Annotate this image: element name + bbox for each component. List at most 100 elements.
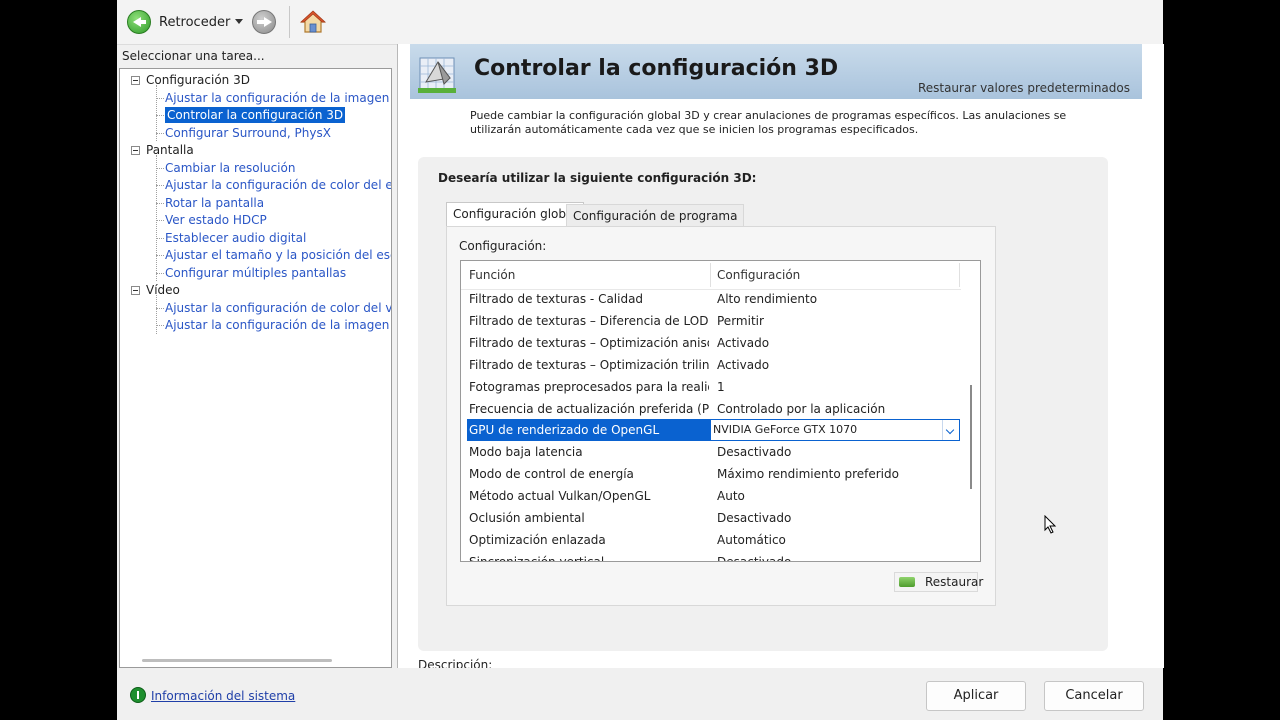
task-tree: Configuración 3D Ajustar la configuración… [119,68,392,668]
mouse-cursor-icon [1044,515,1057,534]
tab-program-settings[interactable]: Configuración de programa [566,204,745,226]
system-info-icon[interactable] [130,687,146,703]
column-divider[interactable] [710,263,711,287]
setting-cell: Activado [717,335,770,350]
tree-item[interactable]: Establecer audio digital [165,230,306,246]
tree-connector [156,295,157,334]
restore-defaults-link[interactable]: Restaurar valores predeterminados [918,81,1130,95]
feature-cell: Optimización enlazada [469,532,606,547]
tree-category[interactable]: Pantalla [146,142,194,158]
feature-cell: Filtrado de texturas – Optimización anis… [469,335,709,350]
tree-item[interactable]: Ajustar la configuración de color del ví… [165,300,391,316]
grid-row[interactable]: Filtrado de texturas – Optimización tril… [461,354,961,376]
apply-button[interactable]: Aplicar [926,681,1026,711]
tree-horizontal-scrollbar[interactable] [142,659,332,662]
setting-cell: Alto rendimiento [717,292,818,306]
chevron-down-icon[interactable] [942,420,959,441]
page-header: Controlar la configuración 3D Restaurar … [410,44,1142,99]
feature-cell: GPU de renderizado de OpenGL [467,419,710,442]
column-header-feature[interactable]: Función [469,268,515,282]
tree-connector [156,132,164,134]
description-label: Descripción: [418,658,493,668]
grid-row[interactable]: Oclusión ambiental Desactivado [461,507,961,529]
column-header-setting[interactable]: Configuración [717,268,800,282]
toolbar-separator [289,6,290,38]
setting-cell: Activado [717,357,770,372]
tree-item[interactable]: Controlar la configuración 3D [165,107,346,123]
setting-cell: Desactivado [717,445,792,460]
setting-cell: Automático [717,532,786,547]
feature-cell: Filtrado de texturas - Calidad [469,292,644,306]
tree-item[interactable]: Ajustar la configuración de la imagen co… [165,90,391,106]
grid-scrollbar-thumb[interactable] [970,385,972,489]
grid-row[interactable]: Modo de control de energía Máximo rendimi… [461,463,961,485]
grid-header: Función Configuración [461,261,961,290]
cancel-button[interactable]: Cancelar [1044,681,1144,711]
grid-row[interactable]: Optimización enlazada Automático [461,529,961,551]
grid-row[interactable]: Filtrado de texturas – Diferencia de LOD… [461,310,961,332]
page-title: Controlar la configuración 3D [474,56,839,81]
tree-item[interactable]: Ajustar la configuración de color del es… [165,177,391,193]
tree-connector [156,185,164,186]
tree-connector [156,115,164,116]
history-dropdown-icon[interactable] [235,19,243,24]
tree-connector [156,202,164,204]
dropdown-value: NVIDIA GeForce GTX 1070 [713,423,858,437]
tree-connector [156,272,164,274]
tree-item[interactable]: Configurar Surround, PhysX [165,125,331,141]
grid-row[interactable]: Filtrado de texturas – Optimización anis… [461,332,961,354]
feature-cell: Filtrado de texturas – Diferencia de LOD… [469,313,709,328]
settings-grid: Función Configuración Filtrado de textur… [460,260,981,562]
grid-row[interactable]: Frecuencia de actualización preferida (P… [461,398,961,420]
tab-global-settings[interactable]: Configuración global [446,202,584,227]
tree-connector [156,167,164,169]
tree-item[interactable]: Configurar múltiples pantallas [165,265,346,281]
setting-cell: Controlado por la aplicación [717,401,886,416]
settings-label: Configuración: [459,239,547,253]
back-button-label[interactable]: Retroceder [159,15,230,30]
setting-cell: Desactivado [717,554,792,562]
tree-collapse-icon[interactable] [131,286,140,295]
grid-row[interactable]: Modo baja latencia Desactivado [461,441,961,463]
grid-row[interactable]: Método actual Vulkan/OpenGL Auto [461,485,961,507]
tree-item[interactable]: Cambiar la resolución [165,160,295,176]
setting-cell: Máximo rendimiento preferido [717,467,899,482]
tree-connector [156,255,164,256]
tree-connector [156,97,164,99]
grid-scrollbar[interactable] [961,289,980,561]
system-info-link[interactable]: Información del sistema [151,689,295,703]
tree-collapse-icon[interactable] [131,146,140,155]
grid-row[interactable]: Sincronización vertical Desactivado [461,551,961,562]
tree-connector [156,85,157,141]
tree-item[interactable]: Ajustar el tamaño y la posición del escr… [165,247,391,263]
tree-item[interactable]: Ver estado HDCP [165,212,267,228]
feature-cell: Frecuencia de actualización preferida (P… [469,401,709,416]
setting-cell: 1 [717,379,725,394]
column-divider[interactable] [959,263,960,287]
home-icon[interactable] [300,9,326,35]
tree-category[interactable]: Vídeo [146,282,180,298]
feature-cell: Sincronización vertical [469,554,605,562]
restore-button[interactable]: Restaurar [894,572,983,592]
setting-dropdown[interactable]: NVIDIA GeForce GTX 1070 [710,419,960,442]
restore-button-label: Restaurar [925,575,984,589]
grid-row[interactable]: Fotogramas preprocesados para la realida… [461,376,961,398]
grid-row[interactable]: Filtrado de texturas - Calidad Alto rendi… [461,288,961,310]
grid-row[interactable]: GPU de renderizado de OpenGL NVIDIA GeFor… [461,419,961,442]
tree-item[interactable]: Rotar la pantalla [165,195,264,211]
feature-cell: Método actual Vulkan/OpenGL [469,489,651,504]
nvidia-control-panel-window: Retroceder Seleccionar una tarea... Conf… [117,0,1164,720]
back-arrow-icon[interactable] [127,10,151,34]
tree-category[interactable]: Configuración 3D [146,72,250,88]
intro-text: Puede cambiar la configuración global 3D… [470,109,1067,136]
settings-heading: Desearía utilizar la siguiente configura… [438,171,757,185]
3d-settings-icon [418,57,456,93]
tree-connector [156,155,157,281]
tree-collapse-icon[interactable] [131,76,140,85]
tree-item[interactable]: Ajustar la configuración de la imagen de… [165,317,391,333]
settings-card: Desearía utilizar la siguiente configura… [418,157,1108,651]
toolbar: Retroceder [117,0,1163,45]
feature-cell: Oclusión ambiental [469,511,585,525]
nvidia-logo-icon [899,577,915,587]
forward-arrow-icon[interactable] [252,10,276,34]
